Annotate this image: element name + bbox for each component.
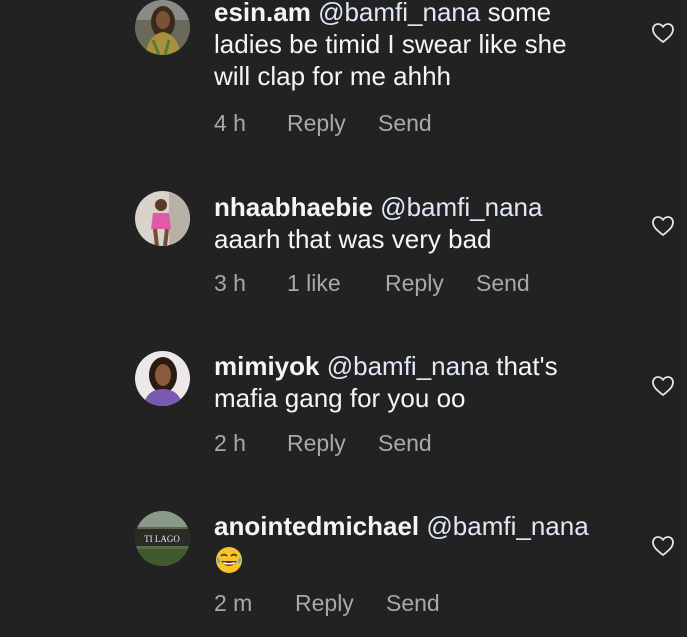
comment-mention[interactable]: @bamfi_nana bbox=[318, 0, 480, 27]
reply-button[interactable]: Reply bbox=[287, 108, 346, 138]
heart-icon[interactable] bbox=[651, 22, 675, 44]
heart-icon[interactable] bbox=[651, 375, 675, 397]
comment-text: anointedmichael @bamfi_nana bbox=[214, 510, 614, 575]
comment-username[interactable]: anointedmichael bbox=[214, 511, 419, 541]
comment-text-line3: will clap for me ahhh bbox=[214, 61, 451, 91]
comment-time: 3 h bbox=[214, 270, 246, 296]
avatar[interactable] bbox=[135, 191, 190, 246]
comment-text-line1: some bbox=[480, 0, 552, 27]
comment-text-line2: ladies be timid I swear like she bbox=[214, 29, 567, 59]
comment-mention[interactable]: @bamfi_nana bbox=[380, 192, 542, 222]
comment-username[interactable]: nhaabhaebie bbox=[214, 192, 373, 222]
comment-time: 2 m bbox=[214, 590, 253, 616]
reply-button[interactable]: Reply bbox=[287, 428, 346, 458]
reply-button[interactable]: Reply bbox=[385, 268, 444, 298]
avatar[interactable] bbox=[135, 0, 190, 55]
comment-text-line1: that's bbox=[489, 351, 558, 381]
likes-count[interactable]: 1 like bbox=[287, 268, 341, 298]
comment-text-line2: aaarh that was very bad bbox=[214, 224, 492, 254]
avatar[interactable]: TI LAGO bbox=[135, 511, 190, 566]
heart-icon[interactable] bbox=[651, 535, 675, 557]
comment-time: 4 h bbox=[214, 110, 246, 136]
avatar[interactable] bbox=[135, 351, 190, 406]
comment-mention[interactable]: @bamfi_nana bbox=[327, 351, 489, 381]
comment-text-line2: mafia gang for you oo bbox=[214, 383, 466, 413]
heart-icon[interactable] bbox=[651, 215, 675, 237]
send-button[interactable]: Send bbox=[378, 428, 432, 458]
comment-text: nhaabhaebie @bamfi_nana aaarh that was v… bbox=[214, 191, 614, 255]
comment-username[interactable]: mimiyok bbox=[214, 351, 320, 381]
send-button[interactable]: Send bbox=[476, 268, 530, 298]
comment-text: mimiyok @bamfi_nana that's mafia gang fo… bbox=[214, 350, 614, 414]
send-button[interactable]: Send bbox=[378, 108, 432, 138]
send-button[interactable]: Send bbox=[386, 588, 440, 618]
comment-time: 2 h bbox=[214, 430, 246, 456]
comment-text: esin.am @bamfi_nana some ladies be timid… bbox=[214, 0, 614, 92]
svg-text:TI LAGO: TI LAGO bbox=[144, 534, 180, 544]
reply-button[interactable]: Reply bbox=[295, 588, 354, 618]
comment-username[interactable]: esin.am bbox=[214, 0, 311, 27]
comment-mention[interactable]: @bamfi_nana bbox=[426, 511, 588, 541]
face-with-tears-of-joy-emoji bbox=[214, 545, 244, 575]
